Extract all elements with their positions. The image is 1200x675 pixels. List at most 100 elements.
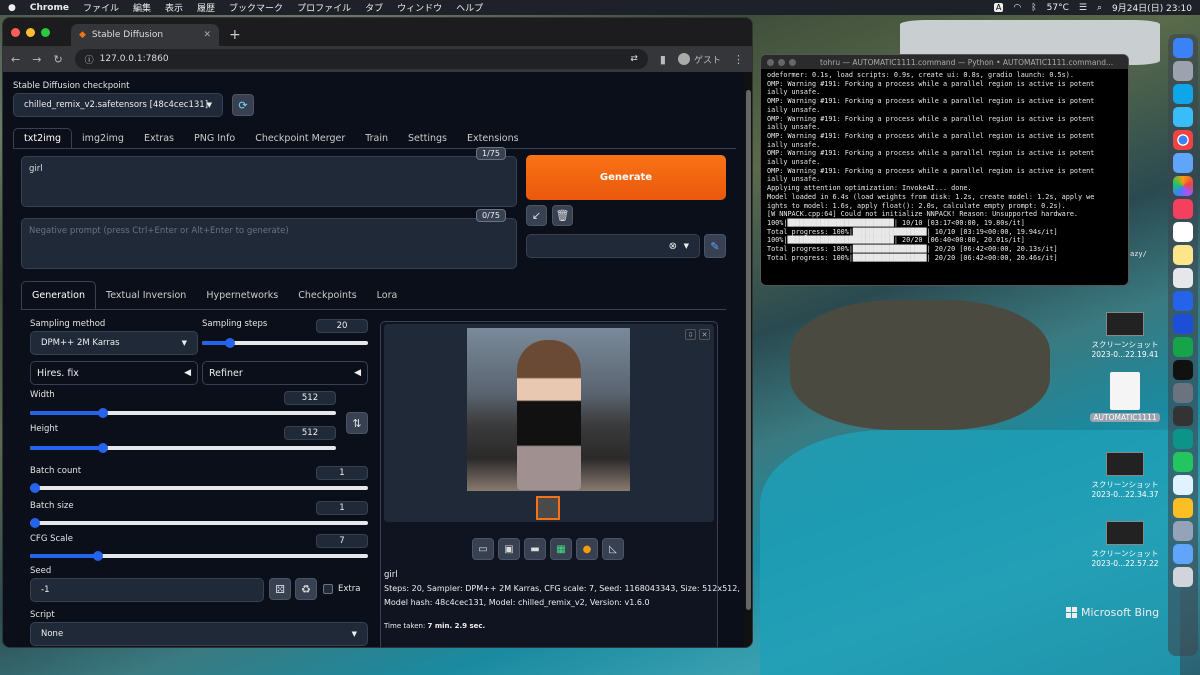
slider-knob[interactable] bbox=[98, 408, 109, 418]
generate-button[interactable]: Generate bbox=[526, 155, 726, 200]
menubar-item-edit[interactable]: 編集 bbox=[133, 1, 151, 14]
slider-knob[interactable] bbox=[98, 443, 109, 453]
open-folder-button[interactable]: ▭ bbox=[472, 538, 494, 560]
mail-icon[interactable] bbox=[1173, 153, 1193, 173]
reuse-seed-button[interactable]: ♻ bbox=[295, 578, 317, 600]
close-icon[interactable] bbox=[767, 58, 774, 66]
width-slider[interactable] bbox=[30, 408, 336, 418]
script-select[interactable]: None ▼ bbox=[30, 622, 368, 646]
zoom-icon[interactable] bbox=[789, 58, 796, 66]
close-tab-icon[interactable]: ✕ bbox=[203, 30, 211, 40]
textedit-icon[interactable] bbox=[1173, 268, 1193, 288]
send-to-img2img-button[interactable]: ▦ bbox=[550, 538, 572, 560]
tab-png-info[interactable]: PNG Info bbox=[184, 129, 245, 148]
vivaldi-icon[interactable] bbox=[1173, 429, 1193, 449]
batch-count-input[interactable]: 1 bbox=[316, 466, 368, 480]
tab-train[interactable]: Train bbox=[355, 129, 398, 148]
menubar-item-tab[interactable]: タブ bbox=[365, 1, 383, 14]
tab-settings[interactable]: Settings bbox=[398, 129, 457, 148]
outlook-icon[interactable] bbox=[1173, 314, 1193, 334]
send-to-inpaint-button[interactable]: ● bbox=[576, 538, 598, 560]
seed-input[interactable]: -1 bbox=[30, 578, 264, 602]
batch-size-input[interactable]: 1 bbox=[316, 501, 368, 515]
desktop-icon-screenshot-1[interactable]: スクリーンショット 2023-0...22.19.41 bbox=[1090, 312, 1160, 359]
slider-knob[interactable] bbox=[30, 518, 40, 528]
launchpad-icon[interactable] bbox=[1173, 61, 1193, 81]
menubar-app-name[interactable]: Chrome bbox=[30, 3, 69, 13]
search-icon[interactable]: ⌕ bbox=[1097, 3, 1102, 13]
back-icon[interactable]: ← bbox=[11, 53, 20, 66]
app-store-icon[interactable] bbox=[1173, 84, 1193, 104]
download-icon[interactable]: ⇩ bbox=[685, 329, 696, 340]
batch-size-slider[interactable] bbox=[30, 518, 368, 528]
forward-icon[interactable]: → bbox=[32, 53, 41, 66]
menubar-item-help[interactable]: ヘルプ bbox=[456, 1, 483, 14]
tab-textual-inversion[interactable]: Textual Inversion bbox=[96, 282, 196, 309]
tab-checkpoints[interactable]: Checkpoints bbox=[288, 282, 366, 309]
sampling-steps-input[interactable]: 20 bbox=[316, 319, 368, 333]
hires-fix-accordion[interactable]: Hires. fix ◀ bbox=[30, 361, 198, 385]
edit-styles-button[interactable]: ✎ bbox=[704, 234, 726, 258]
slider-knob[interactable] bbox=[225, 338, 236, 348]
chrome-app-icon[interactable] bbox=[1173, 498, 1193, 518]
zoom-window-icon[interactable] bbox=[41, 28, 50, 37]
scrollbar-thumb[interactable] bbox=[745, 90, 751, 610]
menubar-item-profile[interactable]: プロファイル bbox=[297, 1, 351, 14]
height-input[interactable]: 512 bbox=[284, 426, 336, 440]
generated-image[interactable] bbox=[467, 328, 630, 491]
minimize-icon[interactable] bbox=[778, 58, 785, 66]
menubar-item-file[interactable]: ファイル bbox=[83, 1, 119, 14]
wifi-icon[interactable]: ◠ bbox=[1013, 3, 1021, 13]
swap-dimensions-button[interactable]: ⇅ bbox=[346, 412, 368, 434]
read-params-button[interactable]: ↙ bbox=[526, 205, 547, 226]
excel-icon[interactable] bbox=[1173, 337, 1193, 357]
desktop-icon-automatic1111[interactable]: AUTOMATIC1111 bbox=[1090, 372, 1160, 422]
extra-checkbox[interactable] bbox=[323, 584, 333, 594]
tab-extensions[interactable]: Extensions bbox=[457, 129, 529, 148]
trash-icon[interactable] bbox=[1173, 567, 1193, 587]
cloud-icon[interactable] bbox=[1173, 475, 1193, 495]
input-source-icon[interactable]: A bbox=[993, 3, 1004, 12]
notes-icon[interactable] bbox=[1173, 245, 1193, 265]
photos-icon[interactable] bbox=[1173, 176, 1193, 196]
sidebar-toggle-icon[interactable]: ▮ bbox=[660, 53, 666, 66]
terminal-window[interactable]: tohru — AUTOMATIC1111.command — Python •… bbox=[760, 54, 1129, 286]
site-info-icon[interactable]: ⓘ bbox=[85, 53, 94, 66]
send-to-extras-button[interactable]: ◺ bbox=[602, 538, 624, 560]
terminal-output[interactable]: odeformer: 0.1s, load scripts: 0.9s, cre… bbox=[761, 69, 1128, 264]
address-bar[interactable]: ⓘ 127.0.0.1:7860 ⇄ bbox=[74, 49, 648, 69]
styles-select[interactable]: ⊗ ▼ bbox=[526, 234, 700, 258]
sampling-method-select[interactable]: DPM++ 2M Karras ▼ bbox=[30, 331, 198, 355]
slider-knob[interactable] bbox=[30, 483, 40, 493]
clear-styles-icon[interactable]: ⊗ bbox=[669, 241, 677, 252]
music-icon[interactable] bbox=[1173, 199, 1193, 219]
menubar-datetime[interactable]: 9月24日(日) 23:10 bbox=[1112, 1, 1192, 14]
page-scrollbar[interactable] bbox=[744, 72, 752, 647]
menubar-item-history[interactable]: 履歴 bbox=[197, 1, 215, 14]
close-window-icon[interactable] bbox=[11, 28, 20, 37]
random-seed-button[interactable]: ⚄ bbox=[269, 578, 291, 600]
preview-icon[interactable] bbox=[1173, 521, 1193, 541]
height-slider[interactable] bbox=[30, 443, 336, 453]
zip-button[interactable]: ▬ bbox=[524, 538, 546, 560]
system-settings-icon[interactable] bbox=[1173, 383, 1193, 403]
tab-extras[interactable]: Extras bbox=[134, 129, 184, 148]
batch-count-slider[interactable] bbox=[30, 483, 368, 493]
clear-prompt-button[interactable]: 🗑 bbox=[552, 205, 573, 226]
tab-checkpoint-merger[interactable]: Checkpoint Merger bbox=[245, 129, 355, 148]
close-image-icon[interactable]: ✕ bbox=[699, 329, 710, 340]
refresh-checkpoint-button[interactable]: ⟳ bbox=[232, 94, 254, 116]
desktop-icon-screenshot-2[interactable]: スクリーンショット 2023-0...22.34.37 bbox=[1090, 452, 1160, 499]
tab-generation[interactable]: Generation bbox=[21, 281, 96, 309]
apple-icon[interactable]: ● bbox=[8, 3, 16, 13]
negative-prompt-input[interactable]: Negative prompt (press Ctrl+Enter or Alt… bbox=[21, 218, 517, 269]
reload-icon[interactable]: ↻ bbox=[53, 53, 62, 66]
terminal-icon[interactable] bbox=[1173, 360, 1193, 380]
calendar-icon[interactable] bbox=[1173, 222, 1193, 242]
cfg-scale-slider[interactable] bbox=[30, 551, 368, 561]
chrome-icon[interactable] bbox=[1173, 130, 1193, 150]
downloads-folder-icon[interactable] bbox=[1173, 544, 1193, 564]
safari-icon[interactable] bbox=[1173, 107, 1193, 127]
cfg-scale-input[interactable]: 7 bbox=[316, 534, 368, 548]
tab-img2img[interactable]: img2img bbox=[72, 129, 134, 148]
